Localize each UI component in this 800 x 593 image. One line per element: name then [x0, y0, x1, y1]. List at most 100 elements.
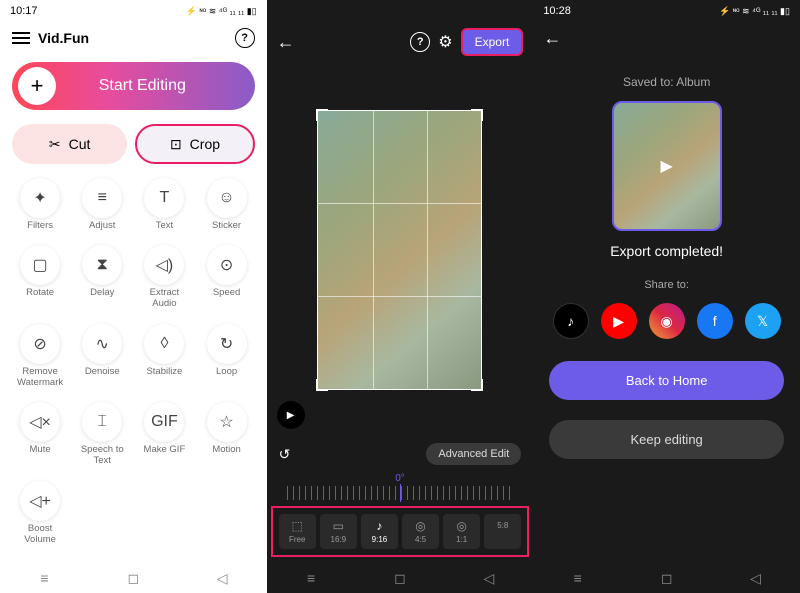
status-icons: ⚡ ᶰᵒ ≋ ⁴ᴳ ₁₁ ₁₁ ▮▯ — [719, 6, 790, 17]
help-icon[interactable]: ? — [410, 32, 430, 52]
advanced-edit-button[interactable]: Advanced Edit — [426, 443, 521, 465]
tool-extract-audio[interactable]: ◁) ExtractAudio — [134, 245, 194, 319]
share-twitter-button[interactable]: 𝕏 — [745, 303, 781, 339]
status-bar — [267, 0, 534, 22]
tool-icon: ∿ — [82, 324, 122, 364]
ratio-label: 5:8 — [497, 521, 508, 530]
share-youtube-button[interactable]: ▶ — [601, 303, 637, 339]
tool-motion[interactable]: ☆ Motion — [196, 402, 256, 476]
tool-icon: ⊙ — [207, 245, 247, 285]
ratio-label: 16:9 — [331, 535, 347, 544]
video-preview[interactable]: ▶ — [267, 62, 534, 437]
tool-icon: ⧗ — [82, 245, 122, 285]
back-icon[interactable]: ← — [543, 28, 561, 49]
tool-rotate[interactable]: ▢ Rotate — [10, 245, 70, 319]
crop-label: Crop — [190, 136, 220, 152]
tool-label: RemoveWatermark — [17, 367, 63, 389]
plus-icon: + — [18, 67, 56, 105]
tool-stabilize[interactable]: ◊ Stabilize — [134, 324, 194, 398]
tool-icon: ✦ — [20, 178, 60, 218]
ratio-icon: ⬚ — [292, 519, 303, 533]
tool-label: Filters — [27, 221, 53, 232]
tool-boost-volume[interactable]: ◁+ BoostVolume — [10, 481, 70, 555]
tool-icon: ◊ — [144, 324, 184, 364]
back-icon[interactable]: ← — [277, 32, 295, 53]
nav-recent-icon[interactable]: ≡ — [569, 569, 587, 587]
tool-grid: ✦ Filters≡ AdjustT Text☺ Sticker▢ Rotate… — [0, 170, 267, 563]
tool-text[interactable]: T Text — [134, 178, 194, 241]
tool-denoise[interactable]: ∿ Denoise — [72, 324, 132, 398]
play-button[interactable]: ▶ — [277, 401, 305, 429]
crop-frame[interactable] — [317, 110, 482, 390]
ratio-Free[interactable]: ⬚ Free — [279, 514, 316, 549]
app-header: Vid.Fun ? — [0, 22, 267, 54]
ratio-1-1[interactable]: ◎ 1:1 — [443, 514, 480, 549]
tool-label: Text — [156, 221, 173, 232]
tool-label: BoostVolume — [24, 524, 56, 546]
tool-icon: ☺ — [207, 178, 247, 218]
status-bar: 10:28 ⚡ ᶰᵒ ≋ ⁴ᴳ ₁₁ ₁₁ ▮▯ — [533, 0, 800, 22]
back-to-home-button[interactable]: Back to Home — [549, 361, 784, 400]
ratio-icon: ▭ — [333, 519, 344, 533]
tool-label: Rotate — [26, 288, 54, 299]
tool-speed[interactable]: ⊙ Speed — [196, 245, 256, 319]
tool-loop[interactable]: ↻ Loop — [196, 324, 256, 398]
tool-adjust[interactable]: ≡ Adjust — [72, 178, 132, 241]
keep-editing-button[interactable]: Keep editing — [549, 420, 784, 459]
nav-home-icon[interactable]: ◻ — [658, 569, 676, 587]
start-editing-label: Start Editing — [56, 77, 249, 95]
nav-back-icon[interactable]: ◁ — [747, 569, 765, 587]
ratio-9-16[interactable]: ♪ 9:16 — [361, 514, 398, 549]
nav-home-icon[interactable]: ◻ — [124, 569, 142, 587]
share-facebook-button[interactable]: f — [697, 303, 733, 339]
video-thumbnail[interactable]: ▶ — [612, 101, 722, 231]
rotation-ruler[interactable] — [287, 486, 514, 500]
ratio-5-8[interactable]: 5:8 — [484, 514, 521, 549]
export-button[interactable]: Export — [461, 28, 524, 56]
menu-icon[interactable] — [12, 32, 30, 44]
nav-recent-icon[interactable]: ≡ — [302, 569, 320, 587]
export-body: Saved to: Album ▶ Export completed! Shar… — [533, 55, 800, 563]
nav-back-icon[interactable]: ◁ — [480, 569, 498, 587]
nav-recent-icon[interactable]: ≡ — [35, 569, 53, 587]
status-time: 10:17 — [10, 5, 38, 17]
tool-label: Loop — [216, 367, 237, 378]
share-tiktok-button[interactable]: ♪ — [553, 303, 589, 339]
tool-icon: ☆ — [207, 402, 247, 442]
screen-export-done: 10:28 ⚡ ᶰᵒ ≋ ⁴ᴳ ₁₁ ₁₁ ▮▯ ← Saved to: Alb… — [533, 0, 800, 593]
tool-mute[interactable]: ◁× Mute — [10, 402, 70, 476]
start-editing-button[interactable]: + Start Editing — [12, 62, 255, 110]
tool-label: Make GIF — [144, 445, 186, 456]
ratio-16-9[interactable]: ▭ 16:9 — [320, 514, 357, 549]
share-instagram-button[interactable]: ◉ — [649, 303, 685, 339]
tool-speech-to-text[interactable]: ⌶ Speech toText — [72, 402, 132, 476]
tool-icon: ◁+ — [20, 481, 60, 521]
tool-icon: ≡ — [82, 178, 122, 218]
editor-header: ← ? ⚙ Export — [267, 22, 534, 62]
cut-button[interactable]: ✂ Cut — [12, 124, 127, 164]
tool-delay[interactable]: ⧗ Delay — [72, 245, 132, 319]
tool-icon: T — [144, 178, 184, 218]
crop-button[interactable]: ⊡ Crop — [135, 124, 254, 164]
tool-icon: ▢ — [20, 245, 60, 285]
tool-remove-watermark[interactable]: ⊘ RemoveWatermark — [10, 324, 70, 398]
cut-label: Cut — [69, 136, 91, 152]
share-row: ♪ ▶ ◉ f𝕏 — [553, 303, 781, 339]
ratio-4-5[interactable]: ◎ 4:5 — [402, 514, 439, 549]
help-icon[interactable]: ? — [235, 28, 255, 48]
ratio-icon: ◎ — [415, 519, 425, 533]
tool-sticker[interactable]: ☺ Sticker — [196, 178, 256, 241]
gear-icon[interactable]: ⚙ — [438, 32, 452, 52]
nav-back-icon[interactable]: ◁ — [213, 569, 231, 587]
nav-bar: ≡ ◻ ◁ — [533, 563, 800, 593]
tool-label: Speech toText — [81, 445, 124, 467]
scissors-icon: ✂ — [49, 136, 61, 153]
nav-home-icon[interactable]: ◻ — [391, 569, 409, 587]
undo-icon[interactable]: ↺ — [279, 446, 291, 463]
tool-filters[interactable]: ✦ Filters — [10, 178, 70, 241]
ratio-label: 1:1 — [456, 535, 467, 544]
aspect-ratio-bar: ⬚ Free▭ 16:9♪ 9:16◎ 4:5◎ 1:1 5:8 — [271, 506, 530, 557]
ratio-label: 4:5 — [415, 535, 426, 544]
tool-make-gif[interactable]: GIF Make GIF — [134, 402, 194, 476]
tool-icon: ⊘ — [20, 324, 60, 364]
